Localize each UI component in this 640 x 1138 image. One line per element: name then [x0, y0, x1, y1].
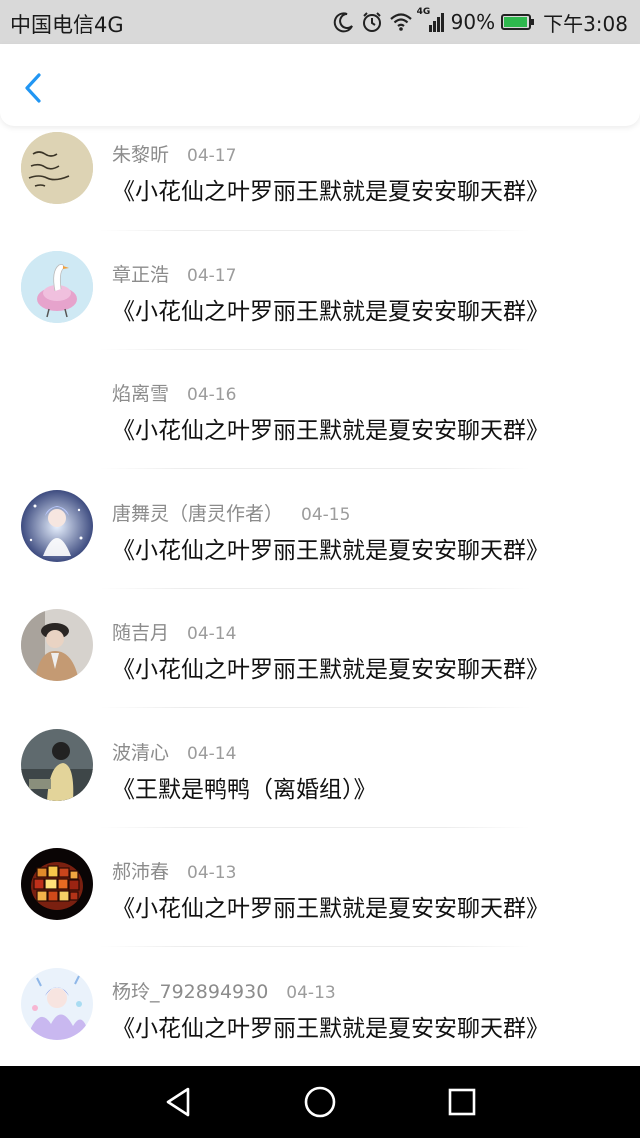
list-item[interactable]: 章正浩 04-17 《小花仙之叶罗丽王默就是夏安安聊天群》 [0, 230, 640, 350]
item-meta: 郝沛春 04-13 [112, 857, 236, 884]
avatar [21, 729, 93, 801]
sender-name: 章正浩 [112, 264, 170, 286]
item-meta: 随吉月 04-14 [112, 618, 236, 645]
status-bar: 中国电信4G 4G 90% 下午3:08 [0, 0, 640, 44]
avatar [21, 848, 93, 920]
message-date: 04-14 [187, 744, 237, 764]
navigation-bar [0, 1066, 640, 1138]
network-badge: 4G [416, 7, 431, 17]
list-item[interactable]: 波清心 04-14 《王默是鸭鸭（离婚组）》 [0, 708, 640, 828]
message-date: 04-13 [286, 983, 336, 1003]
sender-name: 焰离雪 [112, 383, 170, 405]
message-text: 《小花仙之叶罗丽王默就是夏安安聊天群》 [112, 538, 549, 564]
item-meta: 杨玲_792894930 04-13 [112, 977, 336, 1004]
sender-name: 朱黎昕 [112, 144, 170, 166]
sender-name: 随吉月 [112, 622, 170, 644]
battery-icon [501, 14, 535, 30]
goose-avatar [21, 251, 93, 323]
item-meta: 焰离雪 04-16 [112, 379, 236, 406]
back-button[interactable] [14, 66, 54, 106]
message-text: 《小花仙之叶罗丽王默就是夏安安聊天群》 [112, 299, 549, 325]
triangle-back-icon [166, 1087, 190, 1117]
square-recents-icon [448, 1088, 476, 1116]
chevron-left-icon [25, 73, 41, 103]
battery-percent: 90% [450, 10, 496, 34]
battery-fill [504, 17, 528, 27]
nav-back-button[interactable] [160, 1084, 196, 1120]
message-text: 《小花仙之叶罗丽王默就是夏安安聊天群》 [112, 657, 549, 683]
clock: 下午3:08 [543, 11, 628, 36]
nav-recents-button[interactable] [444, 1084, 480, 1120]
handwriting-avatar [21, 132, 93, 204]
sender-name: 杨玲_792894930 [112, 981, 269, 1003]
signal-icon: 4G [417, 7, 445, 33]
message-date: 04-13 [187, 863, 237, 883]
screen: 中国电信4G 4G 90% 下午3:08 朱黎昕 04-17 《小花仙之叶罗丽王… [0, 0, 640, 1138]
avatar [21, 132, 93, 204]
mosaic-lamp-avatar [21, 848, 93, 920]
message-date: 04-17 [187, 266, 237, 286]
message-date: 04-17 [187, 146, 237, 166]
message-list[interactable]: 朱黎昕 04-17 《小花仙之叶罗丽王默就是夏安安聊天群》 章正浩 04-17 [0, 126, 640, 1066]
anime-girl-avatar [21, 490, 93, 562]
moon-icon [333, 11, 355, 33]
list-item[interactable]: 焰离雪 04-16 《小花仙之叶罗丽王默就是夏安安聊天群》 [0, 349, 640, 469]
message-text: 《小花仙之叶罗丽王默就是夏安安聊天群》 [112, 896, 549, 922]
message-text: 《小花仙之叶罗丽王默就是夏安安聊天群》 [112, 418, 549, 444]
item-meta: 章正浩 04-17 [112, 260, 236, 287]
item-meta: 唐舞灵（唐灵作者） 04-15 [112, 499, 350, 526]
avatar [21, 490, 93, 562]
anime-avatar [21, 968, 93, 1040]
list-item[interactable]: 杨玲_792894930 04-13 《小花仙之叶罗丽王默就是夏安安聊天群》 [0, 947, 640, 1066]
message-text: 《王默是鸭鸭（离婚组）》 [112, 777, 377, 803]
wifi-icon [389, 12, 413, 32]
list-item[interactable]: 唐舞灵（唐灵作者） 04-15 《小花仙之叶罗丽王默就是夏安安聊天群》 [0, 469, 640, 589]
nav-home-button[interactable] [302, 1084, 338, 1120]
item-meta: 朱黎昕 04-17 [112, 140, 236, 167]
message-date: 04-16 [187, 385, 237, 405]
message-text: 《小花仙之叶罗丽王默就是夏安安聊天群》 [112, 179, 549, 205]
avatar [21, 251, 93, 323]
carrier-label: 中国电信4G [10, 13, 124, 37]
person-hat-avatar [21, 609, 93, 681]
sender-name: 波清心 [112, 742, 170, 764]
circle-home-icon [304, 1086, 336, 1118]
status-icons: 4G 90% 下午3:08 [333, 7, 628, 37]
header [0, 44, 640, 126]
sender-name: 郝沛春 [112, 861, 170, 883]
avatar [21, 968, 93, 1040]
alarm-icon [361, 11, 383, 33]
list-item[interactable]: 朱黎昕 04-17 《小花仙之叶罗丽王默就是夏安安聊天群》 [0, 126, 640, 231]
message-date: 04-14 [187, 624, 237, 644]
list-item[interactable]: 随吉月 04-14 《小花仙之叶罗丽王默就是夏安安聊天群》 [0, 588, 640, 708]
person-photo-avatar [21, 729, 93, 801]
avatar [21, 609, 93, 681]
list-item[interactable]: 郝沛春 04-13 《小花仙之叶罗丽王默就是夏安安聊天群》 [0, 827, 640, 947]
sender-name: 唐舞灵（唐灵作者） [112, 503, 284, 525]
item-meta: 波清心 04-14 [112, 738, 236, 765]
message-date: 04-15 [301, 505, 351, 525]
message-text: 《小花仙之叶罗丽王默就是夏安安聊天群》 [112, 1016, 549, 1042]
